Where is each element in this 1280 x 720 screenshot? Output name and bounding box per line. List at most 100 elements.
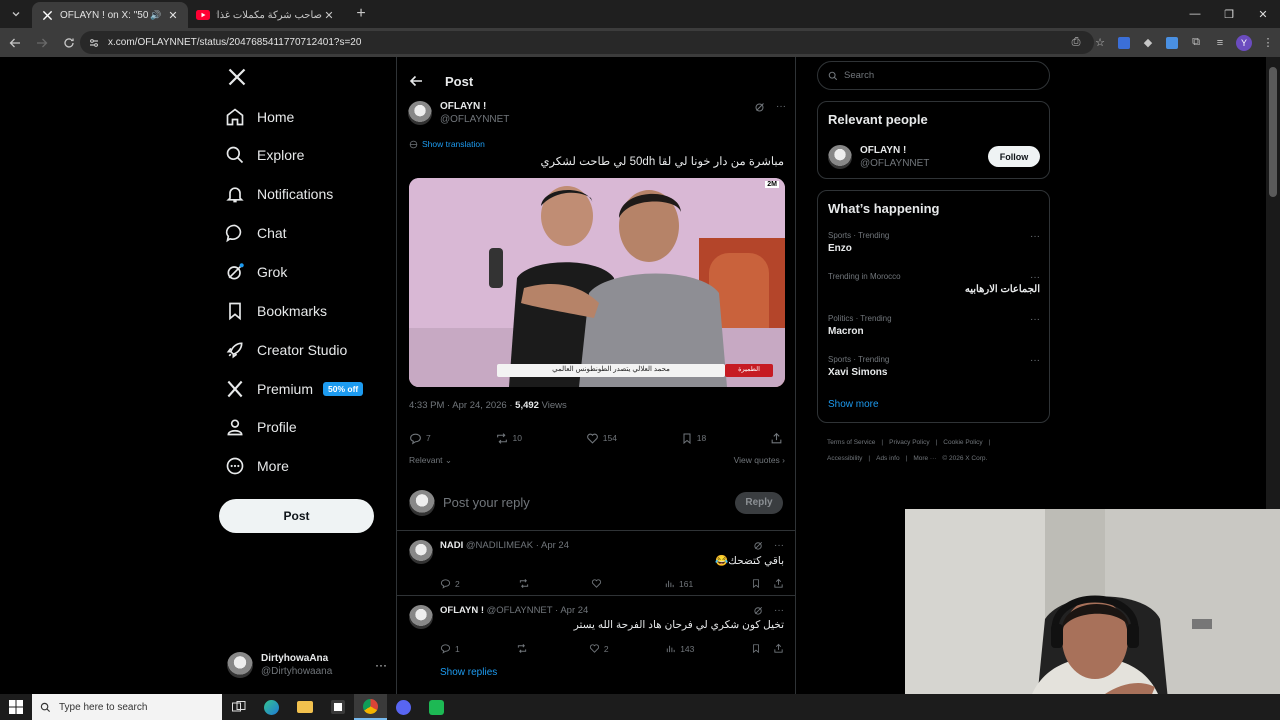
task-view-icon[interactable] [222, 694, 255, 720]
start-button[interactable] [0, 694, 32, 720]
reply-date[interactable]: · Apr 24 [555, 605, 588, 616]
reply-date[interactable]: · Apr 24 [536, 540, 569, 551]
follow-button[interactable]: Follow [988, 146, 1040, 167]
avatar[interactable] [409, 540, 433, 564]
browser-tab[interactable]: صاحب شركة مكملات غذائية يواج ✕ [188, 2, 344, 28]
repost-button[interactable] [518, 578, 534, 589]
back-button[interactable] [3, 31, 27, 55]
trend-item[interactable]: Politics · Trending Macron ··· [828, 314, 1040, 337]
view-quotes-link[interactable]: View quotes › [734, 455, 785, 466]
ellipsis-icon[interactable]: ··· [774, 605, 784, 616]
search-input[interactable]: Search [817, 61, 1050, 90]
nav-notifications[interactable]: Notifications [225, 179, 333, 209]
nav-home[interactable]: Home [225, 102, 294, 132]
restore-icon[interactable]: ❐ [1212, 0, 1246, 28]
share-button[interactable] [770, 429, 783, 447]
like-button[interactable] [591, 578, 606, 589]
install-app-icon[interactable]: ⎙ [1064, 31, 1088, 54]
extensions-puzzle-icon[interactable]: ⧉ [1184, 31, 1208, 54]
grok-icon[interactable] [753, 605, 764, 616]
footer-link[interactable]: More ··· [913, 455, 936, 462]
profile-button[interactable]: Y [1232, 31, 1256, 54]
show-more-link[interactable]: Show more [828, 399, 879, 410]
bookmark-button[interactable]: 18 [681, 429, 706, 447]
ellipsis-icon[interactable]: ··· [776, 101, 786, 113]
file-explorer-icon[interactable] [288, 694, 321, 720]
nav-creator-studio[interactable]: Creator Studio [225, 335, 347, 365]
arrow-left-icon[interactable] [409, 74, 423, 88]
show-replies-link[interactable]: Show replies [440, 667, 497, 678]
nav-premium[interactable]: Premium 50% off [225, 374, 364, 404]
footer-link[interactable]: Ads info [876, 455, 900, 462]
ellipsis-icon[interactable]: ··· [375, 658, 387, 672]
bookmark-star-icon[interactable]: ☆ [1088, 31, 1112, 54]
reply-item[interactable]: NADI @NADILIMEAK · Apr 24 ··· باقي كتضحك… [397, 532, 795, 596]
footer-link[interactable]: Privacy Policy [889, 439, 929, 446]
trend-item[interactable]: Trending in Morocco الجماعات الارهابيه ·… [828, 272, 1040, 295]
author-handle[interactable]: @OFLAYNNET [440, 114, 509, 125]
ellipsis-icon[interactable]: ··· [1030, 231, 1040, 242]
discord-icon[interactable] [387, 694, 420, 720]
close-window-icon[interactable]: ✕ [1246, 0, 1280, 28]
nav-more[interactable]: More [225, 451, 289, 481]
forward-button[interactable] [30, 31, 54, 55]
reading-list-icon[interactable]: ≡ [1208, 31, 1232, 54]
close-tab-icon[interactable]: ✕ [322, 8, 336, 22]
extension-blue-icon[interactable] [1160, 31, 1184, 54]
url-field[interactable]: x.com/OFLAYNNET/status/20476854117707124… [80, 31, 1094, 54]
show-translation-link[interactable]: Show translation [409, 139, 485, 149]
new-tab-button[interactable]: + [350, 3, 372, 25]
post-button[interactable]: Post [219, 499, 374, 533]
nav-chat[interactable]: Chat [225, 218, 287, 248]
minimize-icon[interactable]: — [1178, 0, 1212, 28]
ellipsis-icon[interactable]: ··· [1030, 272, 1040, 283]
reply-button[interactable]: 2 [440, 578, 460, 589]
nav-explore[interactable]: Explore [225, 140, 304, 170]
taskbar-search[interactable]: Type here to search [32, 694, 222, 720]
reply-author-handle[interactable]: @OFLAYNNET [487, 605, 553, 616]
share-icon[interactable] [773, 643, 784, 654]
chrome-icon[interactable] [354, 694, 387, 720]
nav-profile[interactable]: Profile [225, 412, 297, 442]
nav-grok[interactable]: Grok [225, 257, 287, 287]
close-tab-icon[interactable]: ✕ [166, 8, 180, 22]
x-logo-icon[interactable] [225, 65, 249, 89]
ellipsis-icon[interactable]: ··· [774, 540, 784, 551]
reply-button[interactable]: 7 [409, 429, 431, 447]
avatar[interactable] [409, 605, 433, 629]
reply-button[interactable]: 1 [440, 643, 460, 654]
green-app-icon[interactable] [420, 694, 453, 720]
grok-icon[interactable] [754, 101, 766, 113]
like-button[interactable]: 2 [589, 643, 609, 654]
views-button[interactable]: 161 [664, 578, 693, 589]
reply-author-name[interactable]: NADI [440, 540, 463, 551]
scrollbar-thumb[interactable] [1269, 67, 1277, 197]
footer-link[interactable]: Terms of Service [827, 439, 875, 446]
trend-item[interactable]: Sports · Trending Xavi Simons ··· [828, 355, 1040, 378]
site-info-icon[interactable] [88, 37, 100, 49]
reload-button[interactable] [57, 31, 81, 55]
trend-item[interactable]: Sports · Trending Enzo ··· [828, 231, 1040, 254]
post-video[interactable]: 2M محمد العلالي يتصدر الطونطونس العالمي … [409, 178, 785, 387]
footer-link[interactable]: Accessibility [827, 455, 862, 462]
browser-tab-active[interactable]: OFLAYN ! on X: "50 لي لقا D" 🔊 ✕ [32, 2, 188, 28]
bookmark-icon[interactable] [751, 578, 761, 589]
reply-author-name[interactable]: OFLAYN ! [440, 605, 484, 616]
extension-diamond-icon[interactable]: ◆ [1136, 31, 1160, 54]
author-name[interactable]: OFLAYN ! [440, 101, 509, 112]
repost-button[interactable] [516, 643, 532, 654]
relevant-person[interactable]: OFLAYN ! @OFLAYNNET Follow [828, 142, 1040, 172]
bookmark-icon[interactable] [751, 643, 761, 654]
views-button[interactable]: 143 [665, 643, 694, 654]
post-timestamp[interactable]: 4:33 PM · Apr 24, 2026 · [409, 400, 515, 411]
browser-menu-icon[interactable]: ⋮ [1256, 31, 1280, 54]
reply-input[interactable]: Post your reply [443, 495, 735, 510]
tab-search-button[interactable] [4, 3, 28, 25]
account-switcher[interactable]: DirtyhowaAna @Dirtyhowaana ··· [227, 647, 387, 683]
avatar[interactable] [408, 101, 432, 125]
grok-icon[interactable] [753, 540, 764, 551]
nav-bookmarks[interactable]: Bookmarks [225, 296, 327, 326]
reply-author-handle[interactable]: @NADILIMEAK [466, 540, 533, 551]
edge-icon[interactable] [255, 694, 288, 720]
footer-link[interactable]: Cookie Policy [943, 439, 982, 446]
